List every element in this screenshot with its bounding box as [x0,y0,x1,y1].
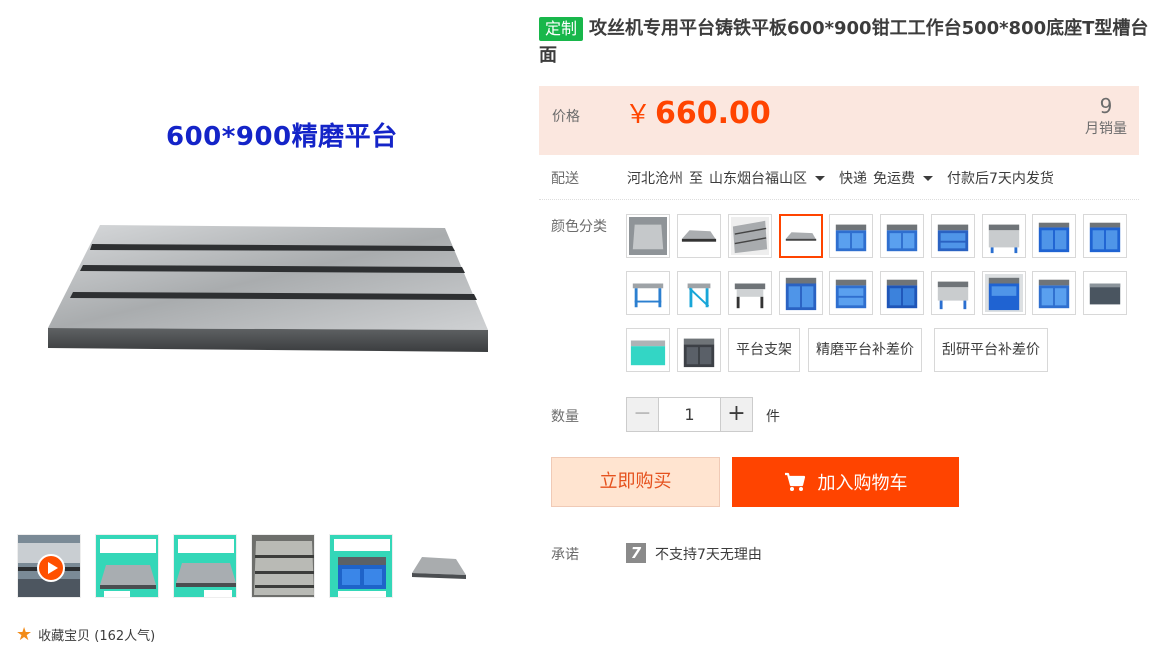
delivery-from: 河北沧州 [627,171,683,187]
sku-option[interactable] [1083,214,1127,258]
shipping-method-select[interactable]: 快递 免运费 [839,168,915,188]
sku-label: 颜色分类 [551,219,607,235]
thumbnail-image[interactable] [329,534,393,598]
sku-option[interactable] [626,328,670,372]
monthly-sales-count: 9 [1099,94,1113,118]
sku-option-text[interactable]: 精磨平台补差价 [808,328,922,372]
main-product-image[interactable]: 600*900精磨平台 [0,0,520,520]
quantity-decrease-button[interactable]: − [626,397,659,432]
chevron-down-icon[interactable] [923,175,933,181]
thumbnail-image[interactable] [173,534,237,598]
product-title-block: 定制 攻丝机专用平台铸铁平板600*900钳工工作台500*800底座T型槽台面 [539,15,1149,69]
sku-option[interactable] [677,328,721,372]
sku-option-text[interactable]: 刮研平台补差价 [934,328,1048,372]
delivery-destination-select[interactable]: 山东烟台福山区 [709,168,807,188]
monthly-sales: 9 月销量 [1085,94,1127,138]
thumbnail-image[interactable] [95,534,159,598]
cart-icon [784,472,805,491]
sku-option[interactable] [880,214,924,258]
sku-option[interactable] [829,271,873,315]
sku-option[interactable] [880,271,924,315]
seven-day-icon: 7 [626,543,646,563]
delivery-to-word: 至 [689,171,703,187]
sku-option[interactable] [728,214,772,258]
product-title: 攻丝机专用平台铸铁平板600*900钳工工作台500*800底座T型槽台面 [539,18,1149,66]
quantity-label: 数量 [551,409,579,425]
quantity-input[interactable] [659,397,720,432]
sku-option[interactable] [728,271,772,315]
chevron-down-icon[interactable] [815,175,825,181]
favorite-button[interactable]: ★ 收藏宝贝 (162人气) [16,625,155,644]
divider [539,199,1139,200]
sku-option[interactable] [626,214,670,258]
promise-text[interactable]: 不支持7天无理由 [655,544,762,564]
add-to-cart-label: 加入购物车 [817,473,908,494]
sku-option-selected[interactable] [779,214,823,258]
ship-time: 付款后7天内发货 [947,171,1054,187]
price-label: 价格 [552,109,580,125]
sku-option-text[interactable]: 平台支架 [728,328,800,372]
quantity-stepper: − + [626,397,753,432]
sku-option[interactable] [931,214,975,258]
price-value: ￥ 660.00 [625,94,771,131]
price-panel: 价格 ￥ 660.00 9 月销量 [539,86,1139,155]
delivery-label: 配送 [551,171,579,187]
quantity-increase-button[interactable]: + [720,397,753,432]
sku-option[interactable] [779,271,823,315]
thumbnail-image[interactable] [407,534,471,598]
sku-option[interactable] [1032,214,1076,258]
promise-label: 承诺 [551,547,579,563]
price-amount: 660.00 [655,96,771,131]
custom-tag-badge: 定制 [539,17,584,41]
sku-option[interactable] [829,214,873,258]
play-icon[interactable] [37,554,65,582]
monthly-sales-label: 月销量 [1085,121,1127,137]
sku-option[interactable] [626,271,670,315]
sku-option[interactable] [1032,271,1076,315]
sku-option[interactable] [1083,271,1127,315]
favorite-label: 收藏宝贝 (162人气) [38,629,156,644]
sku-option[interactable] [931,271,975,315]
sku-option[interactable] [982,214,1026,258]
thumbnail-video[interactable] [17,534,81,598]
thumbnail-image[interactable] [251,534,315,598]
buy-now-button[interactable]: 立即购买 [551,457,720,507]
sku-option[interactable] [982,271,1026,315]
sku-option[interactable] [677,214,721,258]
star-icon: ★ [16,623,33,645]
add-to-cart-button[interactable]: 加入购物车 [732,457,959,507]
quantity-unit: 件 [766,409,780,425]
cast-iron-plate-illustration [48,225,488,352]
currency-symbol: ￥ [625,100,652,130]
delivery-info: 河北沧州 至 山东烟台福山区 快递 免运费 付款后7天内发货 [627,168,1060,188]
sku-option[interactable] [677,271,721,315]
